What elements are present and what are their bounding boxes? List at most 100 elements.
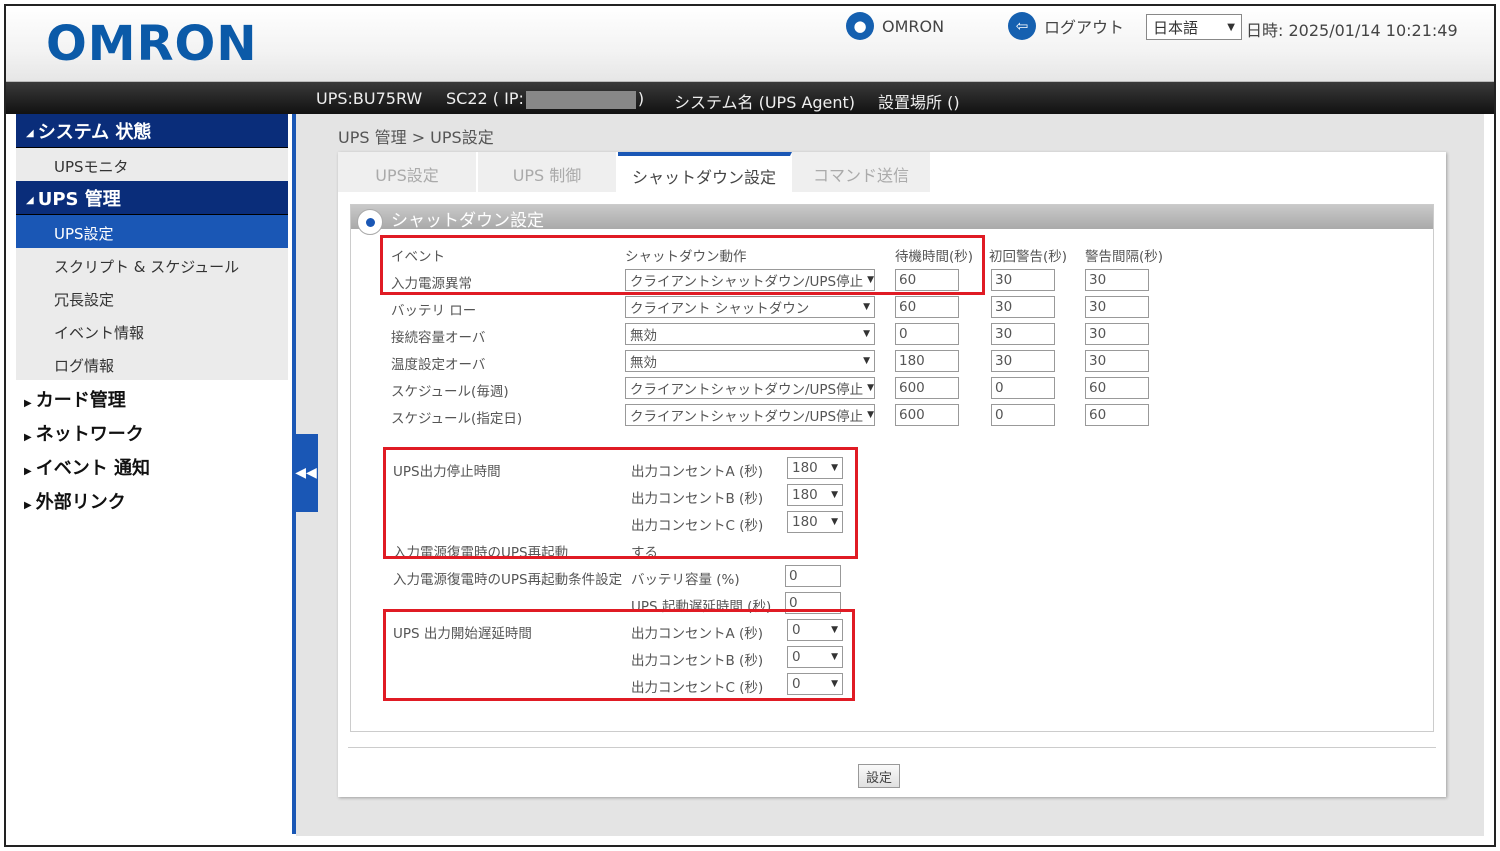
restart-cond-label: 入力電源復電時のUPS再起動条件設定 [393, 572, 623, 588]
header: OMRON ● OMRON ⇦ ログアウト 日本語 ▼ 日時: 2025/01/… [6, 6, 1494, 82]
tab-ups-control[interactable]: UPS 制御 [478, 152, 618, 192]
sidebar-section-system-status[interactable]: ◢ システム 状態 [16, 114, 288, 148]
breadcrumb: UPS 管理 > UPS設定 [338, 128, 494, 147]
highlight-box-input-power-failure [380, 235, 985, 295]
first-warn-input[interactable]: 30 [991, 296, 1055, 318]
triangle-right-icon: ▶ [24, 398, 32, 409]
shutdown-action-select[interactable]: 無効 ▼ [625, 350, 875, 372]
select-value: クライアントシャットダウン/UPS停止 [630, 382, 864, 398]
datetime: 日時: 2025/01/14 10:21:49 [1246, 21, 1458, 40]
event-label: スケジュール(毎週) [391, 384, 509, 400]
sidebar-category-label: イベント 通知 [35, 458, 150, 479]
divider [348, 747, 1436, 748]
tab-bar: UPS設定 UPS 制御 シャットダウン設定 コマンド送信 [338, 152, 938, 192]
language-select[interactable]: 日本語 ▼ [1146, 14, 1242, 40]
first-warn-input[interactable]: 30 [991, 350, 1055, 372]
user-icon: ● [846, 12, 874, 40]
sidebar-item-redundancy[interactable]: 冗長設定 [16, 281, 288, 314]
warn-interval-input[interactable]: 30 [1085, 296, 1149, 318]
user-name: OMRON [882, 16, 945, 36]
sidebar-item-event-info[interactable]: イベント情報 [16, 314, 288, 347]
sidebar-category-label: カード管理 [35, 390, 126, 411]
logout-icon: ⇦ [1008, 12, 1036, 40]
battery-capacity-label: バッテリ容量 (%) [631, 572, 740, 588]
sidebar-section-ups-management[interactable]: ◢ UPS 管理 [16, 181, 288, 215]
chevron-down-icon: ▼ [867, 410, 875, 420]
event-label: バッテリ ロー [391, 303, 477, 319]
tab-ups-settings[interactable]: UPS設定 [338, 152, 478, 192]
wait-time-input[interactable]: 600 [895, 404, 959, 426]
shutdown-action-select[interactable]: クライアントシャットダウン/UPS停止 ▼ [625, 377, 875, 399]
sidebar-category-event-notify[interactable]: ▶ イベント 通知 [16, 448, 288, 482]
sidebar: ◢ システム 状態 UPSモニタ ◢ UPS 管理 UPS設定 スクリプト & スケ… [16, 114, 288, 834]
section-title-bar: シャットダウン設定 [351, 205, 1433, 235]
omron-logo: OMRON [46, 16, 258, 72]
select-value: 無効 [630, 328, 657, 344]
sc-suffix: ) [637, 89, 645, 108]
event-label: 温度設定オーバ [391, 357, 486, 373]
tab-shutdown-settings[interactable]: シャットダウン設定 [618, 152, 792, 192]
user-menu[interactable]: ● OMRON [846, 12, 944, 40]
sidebar-item-ups-monitor[interactable]: UPSモニタ [16, 148, 288, 181]
shutdown-action-select[interactable]: クライアントシャットダウン/UPS停止 ▼ [625, 404, 875, 426]
warn-interval-input[interactable]: 30 [1085, 323, 1149, 345]
highlight-box-stop-time [383, 447, 858, 559]
shutdown-action-select[interactable]: 無効 ▼ [625, 323, 875, 345]
first-warn-input[interactable]: 30 [991, 323, 1055, 345]
warn-interval-input[interactable]: 60 [1085, 377, 1149, 399]
ups-model: UPS:BU75RW [316, 89, 423, 108]
ip-redaction [525, 90, 636, 109]
sidebar-category-label: 外部リンク [35, 492, 126, 513]
location: 設置場所 () [878, 93, 960, 112]
warn-interval-input[interactable]: 30 [1085, 269, 1149, 291]
warn-interval-input[interactable]: 30 [1085, 350, 1149, 372]
set-button[interactable]: 設定 [858, 764, 900, 788]
shutdown-action-select[interactable]: クライアント シャットダウン ▼ [625, 296, 875, 318]
sidebar-section-label: システム 状態 [37, 122, 152, 143]
select-value: クライアントシャットダウン/UPS停止 [630, 409, 864, 425]
sidebar-item-script-schedule[interactable]: スクリプト & スケジュール [16, 248, 288, 281]
warn-interval-input[interactable]: 60 [1085, 404, 1149, 426]
triangle-right-icon: ▶ [24, 500, 32, 511]
chevron-down-icon: ▼ [863, 356, 870, 366]
logout-link[interactable]: ⇦ ログアウト [1008, 12, 1124, 40]
select-value: 無効 [630, 355, 657, 371]
collapse-sidebar-icon[interactable]: ◀◀ [294, 434, 318, 512]
chevron-down-icon: ▼ [863, 302, 870, 312]
info-bar: UPS:BU75RW SC22 ( IP:) システム名 (UPS Agent)… [6, 82, 1494, 114]
sidebar-category-card[interactable]: ▶ カード管理 [16, 380, 288, 414]
shutdown-section: シャットダウン設定 イベント シャットダウン動作 待機時間(秒) 初回警告(秒)… [350, 204, 1434, 732]
battery-capacity-input[interactable]: 0 [785, 565, 841, 587]
event-label: スケジュール(指定日) [391, 411, 523, 427]
sidebar-category-external-link[interactable]: ▶ 外部リンク [16, 482, 288, 516]
chevron-down-icon: ▼ [867, 383, 875, 393]
triangle-right-icon: ▶ [24, 432, 32, 443]
radio-icon [357, 209, 383, 235]
main-content: UPS 管理 > UPS設定 UPS設定 UPS 制御 シャットダウン設定 コマ… [296, 114, 1484, 836]
wait-time-input[interactable]: 600 [895, 377, 959, 399]
sidebar-section-label: UPS 管理 [37, 189, 121, 210]
tab-command-send[interactable]: コマンド送信 [792, 152, 932, 192]
sidebar-item-ups-settings[interactable]: UPS設定 [16, 215, 288, 248]
triangle-right-icon: ▶ [24, 466, 32, 477]
wait-time-input[interactable]: 0 [895, 323, 959, 345]
chevron-down-icon: ▼ [863, 329, 870, 339]
chevron-down-icon: ▼ [1227, 21, 1235, 33]
wait-time-input[interactable]: 180 [895, 350, 959, 372]
sidebar-item-log-info[interactable]: ログ情報 [16, 347, 288, 380]
settings-panel: UPS設定 UPS 制御 シャットダウン設定 コマンド送信 シャットダウン設定 … [338, 152, 1446, 797]
app-frame: OMRON ● OMRON ⇦ ログアウト 日本語 ▼ 日時: 2025/01/… [4, 4, 1496, 847]
sidebar-category-network[interactable]: ▶ ネットワーク [16, 414, 288, 448]
col-header-first-warn: 初回警告(秒) [989, 249, 1068, 265]
select-value: クライアント シャットダウン [630, 301, 810, 317]
first-warn-input[interactable]: 30 [991, 269, 1055, 291]
first-warn-input[interactable]: 0 [991, 404, 1055, 426]
system-name: システム名 (UPS Agent) [674, 93, 856, 112]
sidebar-category-label: ネットワーク [35, 424, 144, 445]
section-title: シャットダウン設定 [391, 211, 544, 231]
first-warn-input[interactable]: 0 [991, 377, 1055, 399]
triangle-down-icon: ◢ [26, 127, 34, 139]
language-value: 日本語 [1153, 18, 1199, 37]
triangle-down-icon: ◢ [26, 194, 34, 206]
wait-time-input[interactable]: 60 [895, 296, 959, 318]
